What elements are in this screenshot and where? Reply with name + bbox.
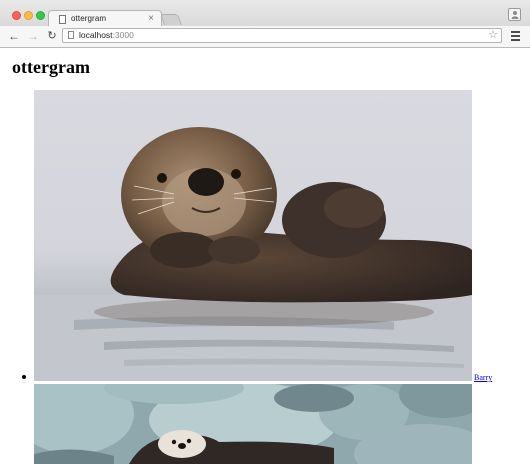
thumbnail-image-2[interactable] [34, 384, 472, 464]
page-icon [68, 31, 74, 39]
reload-icon[interactable]: ↻ [45, 29, 59, 43]
star-icon[interactable]: ☆ [488, 28, 498, 42]
thumbnail-image-barry[interactable] [34, 90, 472, 381]
page-icon [59, 15, 66, 24]
page-title: ottergram [12, 57, 90, 77]
hamburger-menu-icon[interactable] [510, 29, 522, 43]
thumbnail-title-link[interactable]: Barry [474, 373, 492, 383]
address-bar[interactable]: localhost:3000 ☆ [62, 28, 502, 43]
url-port: :3000 [112, 30, 134, 40]
window-minimize-button[interactable] [24, 11, 33, 20]
browser-chrome: ottergram × ← → ↻ localhost:3000 ☆ [0, 0, 530, 48]
tab-close-icon[interactable]: × [148, 12, 154, 26]
url-text[interactable]: localhost:3000 [79, 30, 134, 41]
window-close-button[interactable] [12, 11, 21, 20]
arrow-left-icon[interactable]: ← [7, 29, 21, 43]
window-zoom-button[interactable] [36, 11, 45, 20]
url-host: localhost [79, 30, 113, 40]
tab-title: ottergram [71, 14, 107, 23]
list-bullet [22, 375, 26, 379]
toolbar: ← → ↻ localhost:3000 ☆ [0, 26, 530, 47]
tab-strip: ottergram × [0, 0, 530, 28]
new-tab-button[interactable] [159, 14, 183, 25]
arrow-right-icon[interactable]: → [26, 29, 40, 43]
user-icon[interactable] [508, 8, 521, 21]
